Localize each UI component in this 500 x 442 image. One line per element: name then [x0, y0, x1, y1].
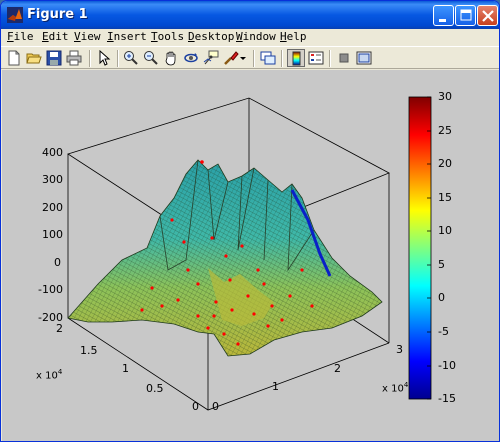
hide-plot-tools-button[interactable]: [335, 49, 353, 67]
close-button[interactable]: [477, 5, 498, 26]
toolbar-separator: [329, 50, 331, 67]
surface-mesh: [67, 159, 383, 357]
new-figure-button[interactable]: [5, 49, 23, 67]
close-icon: [482, 10, 494, 22]
menu-view[interactable]: View: [74, 30, 101, 43]
colorbar-tick-label: 15: [438, 191, 452, 204]
zoom-in-button[interactable]: [122, 49, 140, 67]
figure-toolbar: [1, 46, 499, 69]
menu-help[interactable]: Help: [280, 30, 307, 43]
z-tick-label: 400: [42, 146, 63, 159]
zoom-out-button[interactable]: [142, 49, 160, 67]
y-tick-label: 2: [56, 322, 63, 335]
figure-canvas[interactable]: 400 300 200 100 0 -100 -200 2 1.5 1 0.5 …: [2, 70, 499, 442]
y-tick-label: 0: [192, 400, 199, 413]
insert-legend-button[interactable]: [307, 49, 325, 67]
minimize-icon: [439, 19, 446, 22]
x-tick-label: 1: [272, 380, 279, 393]
insert-legend-icon: [308, 51, 324, 65]
z-tick-label: 300: [42, 173, 63, 186]
colorbar-tick-label: 10: [438, 224, 452, 237]
x-tick-label: 2: [334, 362, 341, 375]
show-plot-tools-icon: [356, 51, 372, 65]
menu-edit[interactable]: Edit: [42, 30, 69, 43]
menu-window[interactable]: Window: [236, 30, 276, 43]
pan-hand-button[interactable]: [162, 49, 180, 67]
z-tick-label: 100: [42, 228, 63, 241]
data-cursor-button[interactable]: [202, 49, 220, 67]
surface-plot[interactable]: [2, 70, 499, 442]
y-tick-label: 1: [122, 362, 129, 375]
toolbar-separator: [117, 50, 119, 67]
select-arrow-button[interactable]: [95, 49, 113, 67]
colorbar-tick-label: -5: [438, 325, 449, 338]
maximize-icon: [460, 9, 472, 21]
select-arrow-icon: [99, 50, 111, 66]
colorbar-tick-label: -10: [438, 359, 456, 372]
menu-insert[interactable]: Insert: [107, 30, 147, 43]
window-title: Figure 1: [27, 7, 88, 22]
figure-window: Figure 1 File Edit View Insert Tools Des…: [0, 0, 500, 442]
toolbar-separator: [281, 50, 283, 67]
zoom-in-icon: [124, 51, 138, 65]
y-tick-label: 1.5: [80, 344, 98, 357]
toolbar-separator: [253, 50, 255, 67]
print-icon: [66, 50, 82, 66]
open-file-button[interactable]: [25, 49, 43, 67]
show-plot-tools-button[interactable]: [355, 49, 373, 67]
colorbar-tick-label: 5: [438, 258, 445, 271]
x-tick-label: 0: [212, 400, 219, 413]
rotate-3d-button[interactable]: [182, 49, 200, 67]
menu-desktop[interactable]: Desktop: [188, 30, 234, 43]
link-plot-icon: [260, 51, 276, 65]
menu-bar: File Edit View Insert Tools Desktop Wind…: [1, 29, 499, 46]
rotate-3d-icon: [184, 53, 198, 63]
save-icon: [46, 50, 62, 66]
hide-plot-tools-icon: [339, 53, 349, 63]
pan-hand-icon: [165, 51, 176, 66]
open-file-icon: [26, 53, 42, 64]
colorbar-tick-label: 25: [438, 124, 452, 137]
matlab-logo-icon: [7, 7, 23, 23]
print-button[interactable]: [65, 49, 83, 67]
zoom-out-icon: [144, 51, 158, 65]
z-tick-label: 200: [42, 201, 63, 214]
maximize-button[interactable]: [455, 5, 476, 26]
insert-colorbar-icon: [292, 51, 301, 66]
link-plot-button[interactable]: [259, 49, 277, 67]
brush-icon: [224, 51, 239, 65]
colorbar-tick-label: 30: [438, 90, 452, 103]
minimize-button[interactable]: [433, 5, 454, 26]
colorbar-tick-label: 0: [438, 291, 445, 304]
x-tick-label: 3: [396, 343, 403, 356]
menu-tools[interactable]: Tools: [151, 30, 184, 43]
z-tick-label: -100: [38, 283, 63, 296]
y-exponent-label: x 104: [36, 368, 63, 382]
toolbar-separator: [89, 50, 91, 67]
colorbar-tick-label: 20: [438, 157, 452, 170]
z-tick-label: 0: [54, 256, 61, 269]
menu-file[interactable]: File: [7, 30, 34, 43]
y-tick-label: 0.5: [146, 382, 164, 395]
title-bar[interactable]: Figure 1: [1, 1, 499, 29]
chevron-down-icon: [240, 57, 246, 60]
new-figure-icon: [8, 50, 20, 66]
x-exponent-label: x 104: [382, 381, 409, 395]
data-cursor-icon: [203, 50, 219, 65]
colorbar-tick-label: -15: [438, 392, 456, 405]
insert-colorbar-button[interactable]: [287, 49, 305, 67]
save-button[interactable]: [45, 49, 63, 67]
colorbar[interactable]: [408, 96, 432, 400]
